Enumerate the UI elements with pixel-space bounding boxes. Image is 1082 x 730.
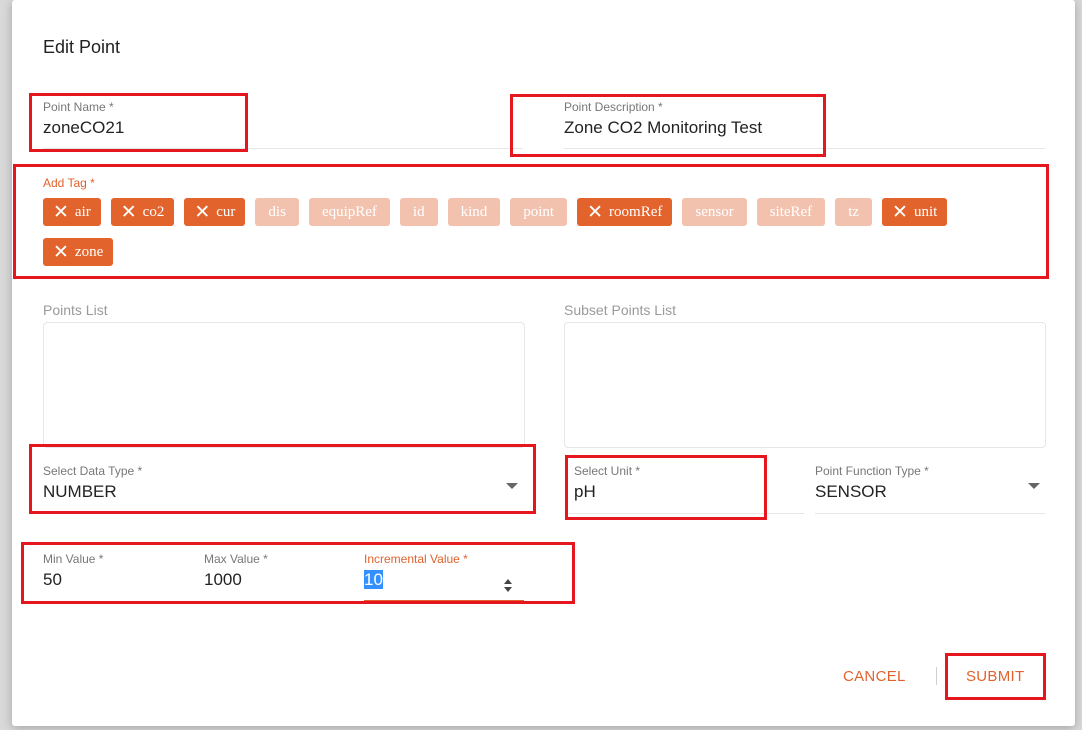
tag-chip-dis[interactable]: dis [255, 198, 299, 226]
min-value-label: Min Value * [43, 552, 104, 566]
max-value-input[interactable]: 1000 [204, 569, 268, 591]
incremental-value-underline [364, 600, 524, 601]
tag-chip-label: tz [848, 203, 860, 220]
tag-chip-row: ✕ zone [43, 238, 114, 266]
tag-chip-air[interactable]: ✕ air [43, 198, 101, 226]
point-description-underline [564, 148, 1045, 149]
incremental-value-input[interactable]: 10 [364, 569, 468, 591]
add-tag-field: Add Tag * [43, 176, 95, 190]
add-tag-label: Add Tag * [43, 176, 95, 190]
close-icon[interactable]: ✕ [892, 203, 908, 222]
function-type-value[interactable]: SENSOR [815, 481, 929, 503]
actions-divider [936, 667, 937, 685]
tag-chip-point[interactable]: point [510, 198, 568, 226]
dialog-title: Edit Point [43, 37, 121, 57]
min-value-input[interactable]: 50 [43, 569, 103, 591]
point-description-input[interactable]: Zone CO2 Monitoring Test [564, 117, 762, 139]
data-type-label: Select Data Type * [43, 464, 143, 478]
close-icon[interactable]: ✕ [53, 243, 69, 262]
stepper-up-icon[interactable] [504, 579, 512, 584]
subset-points-list-box[interactable] [564, 322, 1046, 448]
submit-button[interactable]: SUBMIT [966, 668, 1024, 685]
close-icon[interactable]: ✕ [587, 203, 603, 222]
tag-chip-unit[interactable]: ✕ unit [882, 198, 948, 226]
tag-chip-roomref[interactable]: ✕ roomRef [577, 198, 673, 226]
tag-chip-label: siteRef [769, 203, 813, 220]
tag-chip-label: dis [268, 203, 286, 220]
tag-chip-sensor[interactable]: sensor [682, 198, 747, 226]
unit-value[interactable]: pH [574, 481, 640, 503]
min-value-field[interactable]: Min Value * 50 [43, 552, 103, 591]
max-value-label: Max Value * [204, 552, 268, 566]
point-name-field[interactable]: Point Name * zoneCO21 [43, 100, 124, 139]
close-icon[interactable]: ✕ [53, 203, 69, 222]
tag-chip-id[interactable]: id [399, 198, 438, 226]
chevron-down-icon[interactable] [1028, 483, 1040, 489]
unit-select[interactable]: Select Unit * pH [574, 464, 640, 503]
tag-chip-label: id [412, 203, 425, 220]
tag-chip-label: equipRef [321, 203, 377, 220]
tag-chip-equipref[interactable]: equipRef [308, 198, 390, 226]
point-name-label: Point Name * [43, 100, 114, 114]
tag-chip-zone[interactable]: ✕ zone [43, 238, 114, 266]
function-type-label: Point Function Type * [815, 464, 929, 478]
data-type-underline [43, 512, 523, 513]
tag-chip-label: point [523, 203, 555, 220]
number-stepper[interactable] [501, 577, 515, 595]
close-icon[interactable]: ✕ [194, 203, 210, 222]
tag-chip-label: sensor [695, 203, 734, 220]
tag-chip-label: cur [216, 203, 236, 220]
cancel-button[interactable]: CANCEL [843, 668, 906, 685]
point-description-field[interactable]: Point Description * Zone CO2 Monitoring … [564, 100, 762, 139]
tag-chip-row: ✕ air ✕ co2 ✕ cur dis equipRef id kind point ✕ roomR… [43, 198, 948, 226]
incremental-value-field[interactable]: Incremental Value * 10 [364, 552, 468, 591]
incremental-value-label: Incremental Value * [364, 552, 468, 566]
subset-points-list-label: Subset Points List [564, 302, 677, 318]
data-type-select[interactable]: Select Data Type * NUMBER [43, 464, 142, 503]
tag-chip-tz[interactable]: tz [835, 198, 873, 226]
close-icon[interactable]: ✕ [121, 203, 137, 222]
max-value-field[interactable]: Max Value * 1000 [204, 552, 268, 591]
tag-chip-label: roomRef [609, 203, 663, 220]
tag-chip-siteref[interactable]: siteRef [756, 198, 826, 226]
data-type-value[interactable]: NUMBER [43, 481, 142, 503]
tag-chip-co2[interactable]: ✕ co2 [110, 198, 175, 226]
points-list-box[interactable] [43, 322, 525, 448]
stepper-down-icon[interactable] [504, 587, 512, 592]
incremental-value-selection: 10 [364, 570, 383, 589]
tag-chip-label: kind [460, 203, 488, 220]
unit-underline [564, 513, 804, 514]
point-name-input[interactable]: zoneCO21 [43, 117, 124, 139]
tag-chip-kind[interactable]: kind [447, 198, 501, 226]
chevron-down-icon[interactable] [506, 483, 518, 489]
points-list-label: Points List [43, 302, 108, 318]
function-type-underline [815, 513, 1045, 514]
function-type-select[interactable]: Point Function Type * SENSOR [815, 464, 929, 503]
point-name-underline [43, 148, 523, 149]
tag-chip-label: unit [913, 203, 938, 220]
unit-label: Select Unit * [574, 464, 641, 478]
tag-chip-label: air [74, 203, 91, 220]
tag-chip-cur[interactable]: ✕ cur [184, 198, 246, 226]
tag-chip-label: zone [74, 243, 104, 260]
tag-chip-label: co2 [142, 203, 165, 220]
point-description-label: Point Description * [564, 100, 663, 114]
